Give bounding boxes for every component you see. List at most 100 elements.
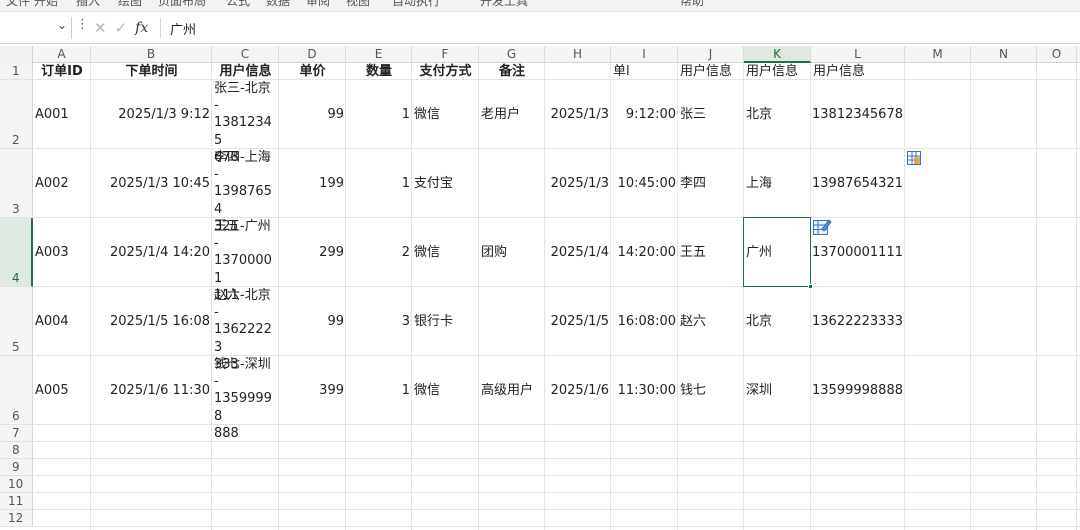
row-header-5[interactable]: 5 — [0, 287, 33, 356]
cell-h4[interactable]: 2025/1/4 — [545, 244, 611, 261]
cell-c3[interactable]: 李四-上海 -13987654 321 — [212, 149, 279, 234]
cell-e4[interactable]: 2 — [346, 244, 412, 261]
column-header-j[interactable]: J — [678, 46, 744, 63]
column-header-h[interactable]: H — [545, 46, 611, 63]
ribbon-tab-review[interactable]: 审阅 — [306, 0, 330, 9]
cell-l5[interactable]: 13622223333 — [811, 313, 905, 330]
ribbon-tab-page-layout[interactable]: 页面布局 — [158, 0, 206, 9]
column-header-c[interactable]: C — [212, 46, 279, 63]
column-header-l[interactable]: L — [811, 46, 905, 63]
cell-a6[interactable]: A005 — [33, 382, 91, 399]
cell-i5[interactable]: 16:08:00 — [611, 313, 678, 330]
cell-b6[interactable]: 2025/1/6 11:30 — [91, 382, 212, 399]
cell-c5[interactable]: 赵六-北京 -13622223 333 — [212, 287, 279, 372]
cell-g1[interactable]: 备注 — [479, 63, 545, 80]
cell-f4[interactable]: 微信 — [412, 244, 479, 261]
cell-b1[interactable]: 下单时间 — [91, 63, 212, 80]
cell-a2[interactable]: A001 — [33, 106, 91, 123]
cell-f5[interactable]: 银行卡 — [412, 313, 479, 330]
flash-fill-icon[interactable] — [812, 217, 832, 235]
cell-f1[interactable]: 支付方式 — [412, 63, 479, 80]
cell-d4[interactable]: 299 — [279, 244, 346, 261]
cell-e2[interactable]: 1 — [346, 106, 412, 123]
cell-f2[interactable]: 微信 — [412, 106, 479, 123]
cell-i4[interactable]: 14:20:00 — [611, 244, 678, 261]
cell-b5[interactable]: 2025/1/5 16:08 — [91, 313, 212, 330]
cell-a3[interactable]: A002 — [33, 175, 91, 192]
cell-k1[interactable]: 用户信息 — [744, 63, 811, 80]
cell-b2[interactable]: 2025/1/3 9:12 — [91, 106, 212, 123]
cell-c6[interactable]: 钱七-深圳 -13599998 888 — [212, 356, 279, 441]
column-header-g[interactable]: G — [479, 46, 545, 63]
cell-a1[interactable]: 订单ID — [33, 63, 91, 80]
more-options-icon[interactable]: ⋮ — [76, 17, 89, 32]
column-header-f[interactable]: F — [412, 46, 479, 63]
column-header-n[interactable]: N — [971, 46, 1037, 63]
ribbon-tab-developer[interactable]: 开发工具 — [480, 0, 528, 9]
cell-j4[interactable]: 王五 — [678, 244, 744, 261]
cell-j6[interactable]: 钱七 — [678, 382, 744, 399]
quick-analysis-icon[interactable] — [906, 150, 924, 166]
cancel-icon[interactable]: ✕ — [94, 19, 107, 37]
cell-j2[interactable]: 张三 — [678, 106, 744, 123]
column-header-k[interactable]: K — [744, 46, 811, 63]
ribbon-tab-view[interactable]: 视图 — [346, 0, 370, 9]
cell-i3[interactable]: 10:45:00 — [611, 175, 678, 192]
column-header-e[interactable]: E — [346, 46, 412, 63]
cell-d3[interactable]: 199 — [279, 175, 346, 192]
row-header-4[interactable]: 4 — [0, 218, 33, 287]
enter-check-icon[interactable]: ✓ — [115, 19, 128, 37]
row-header-1[interactable]: 1 — [0, 63, 33, 80]
cell-a5[interactable]: A004 — [33, 313, 91, 330]
row-header-3[interactable]: 3 — [0, 149, 33, 218]
column-header-a[interactable]: A — [33, 46, 91, 63]
cell-j3[interactable]: 李四 — [678, 175, 744, 192]
active-cell-selection[interactable] — [743, 217, 813, 289]
row-header-10[interactable]: 10 — [0, 476, 33, 493]
cell-h6[interactable]: 2025/1/6 — [545, 382, 611, 399]
cell-d2[interactable]: 99 — [279, 106, 346, 123]
formula-input[interactable]: 广州 — [170, 19, 196, 38]
cell-i1[interactable]: 单l — [611, 63, 678, 80]
cell-j1[interactable]: 用户信息 — [678, 63, 744, 80]
cell-f3[interactable]: 支付宝 — [412, 175, 479, 192]
cell-d1[interactable]: 单价 — [279, 63, 346, 80]
cell-h2[interactable]: 2025/1/3 — [545, 106, 611, 123]
cell-g6[interactable]: 高级用户 — [479, 382, 545, 399]
cell-k2[interactable]: 北京 — [744, 106, 811, 123]
cell-c1[interactable]: 用户信息 — [212, 63, 279, 80]
row-header-7[interactable]: 7 — [0, 425, 33, 442]
ribbon-tab-insert[interactable]: 插入 — [76, 0, 100, 9]
cell-h3[interactable]: 2025/1/3 — [545, 175, 611, 192]
cell-b3[interactable]: 2025/1/3 10:45 — [91, 175, 212, 192]
cell-f6[interactable]: 微信 — [412, 382, 479, 399]
cell-l6[interactable]: 13599998888 — [811, 382, 905, 399]
column-header-b[interactable]: B — [91, 46, 212, 63]
column-header-d[interactable]: D — [279, 46, 346, 63]
cell-i6[interactable]: 11:30:00 — [611, 382, 678, 399]
cell-l1[interactable]: 用户信息 — [811, 63, 905, 80]
insert-function-icon[interactable]: fx — [135, 20, 148, 36]
cell-k6[interactable]: 深圳 — [744, 382, 811, 399]
cell-j5[interactable]: 赵六 — [678, 313, 744, 330]
ribbon-tab-formulas[interactable]: 公式 — [226, 0, 250, 9]
ribbon-tab-home[interactable]: 开始 — [34, 0, 58, 9]
column-header-m[interactable]: M — [905, 46, 971, 63]
cell-i2[interactable]: 9:12:00 — [611, 106, 678, 123]
row-header-6[interactable]: 6 — [0, 356, 33, 425]
ribbon-tab-data[interactable]: 数据 — [266, 0, 290, 9]
cell-k5[interactable]: 北京 — [744, 313, 811, 330]
row-header-8[interactable]: 8 — [0, 442, 33, 459]
ribbon-tab-draw[interactable]: 绘图 — [118, 0, 142, 9]
cell-c4[interactable]: 王五-广州 -13700001 111 — [212, 218, 279, 303]
cell-d5[interactable]: 99 — [279, 313, 346, 330]
cell-a4[interactable]: A003 — [33, 244, 91, 261]
row-header-9[interactable]: 9 — [0, 459, 33, 476]
fill-handle[interactable] — [808, 284, 813, 289]
row-header-12[interactable]: 12 — [0, 510, 33, 527]
cell-c2[interactable]: 张三-北京 -13812345 678 — [212, 80, 279, 165]
row-header-11[interactable]: 11 — [0, 493, 33, 510]
cell-e6[interactable]: 1 — [346, 382, 412, 399]
cell-d6[interactable]: 399 — [279, 382, 346, 399]
cell-e1[interactable]: 数量 — [346, 63, 412, 80]
